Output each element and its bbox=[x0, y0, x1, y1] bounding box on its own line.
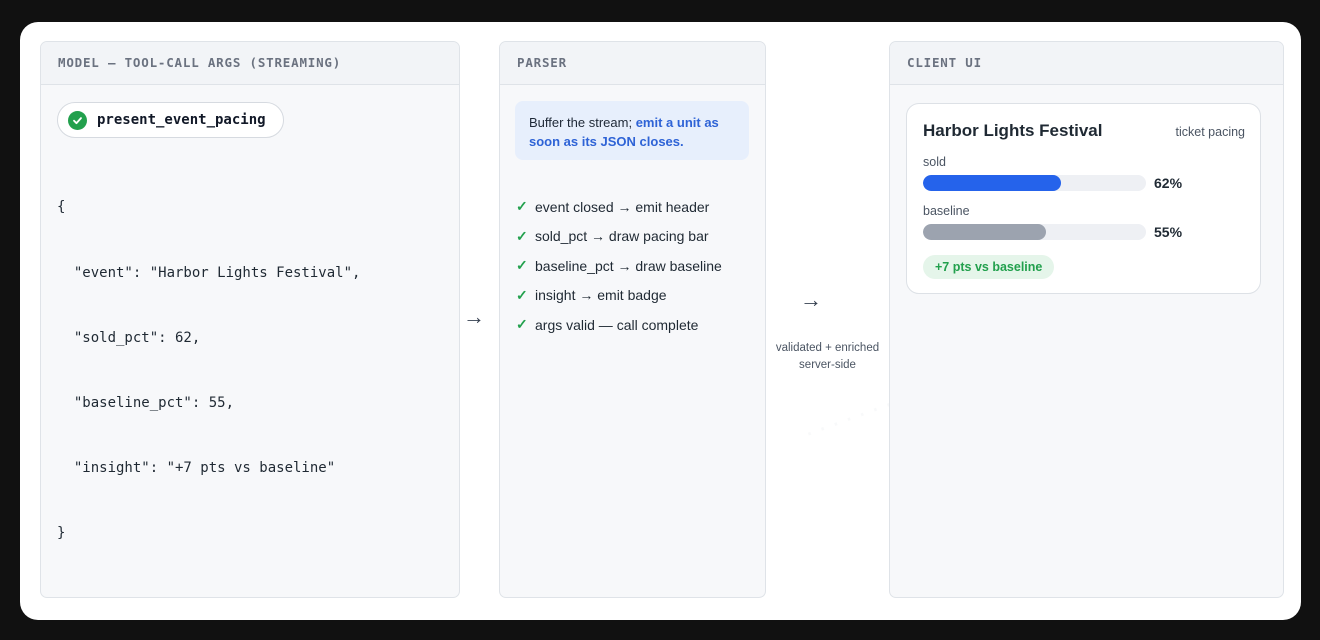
checkmark-icon: ✓ bbox=[516, 286, 528, 303]
baseline-bar-track bbox=[923, 224, 1146, 240]
parser-step-label: baseline_pct → draw baseline bbox=[535, 257, 722, 274]
parser-step-label: args valid — call complete bbox=[535, 316, 699, 333]
code-line: { bbox=[57, 199, 66, 216]
model-panel: MODEL — TOOL-CALL ARGS (STREAMING) prese… bbox=[40, 41, 460, 598]
parser-step-label: event closed → emit header bbox=[535, 198, 710, 215]
code-line: } bbox=[57, 524, 66, 541]
parser-note: Buffer the stream; emit a unit as soon a… bbox=[515, 101, 749, 160]
parser-step-label: insight → emit badge bbox=[535, 287, 667, 304]
parser-panel-title: PARSER bbox=[500, 42, 765, 85]
baseline-percent: 55% bbox=[1154, 224, 1183, 240]
server-side-label-line: server-side bbox=[799, 358, 856, 371]
check-circle-icon bbox=[68, 110, 87, 130]
tool-name: present_event_pacing bbox=[97, 112, 266, 128]
tool-args-code: { "event": "Harbor Lights Festival", "so… bbox=[57, 154, 360, 588]
event-pacing-card: Harbor Lights Festival ticket pacing sol… bbox=[906, 103, 1261, 294]
client-panel-title: CLIENT UI bbox=[890, 42, 1283, 85]
code-line: "baseline_pct": 55, bbox=[57, 394, 235, 411]
code-line: "sold_pct": 62, bbox=[57, 329, 201, 346]
parser-step-label: sold_pct → draw pacing bar bbox=[535, 228, 709, 245]
card-title: Harbor Lights Festival bbox=[923, 121, 1103, 140]
server-side-label-line: validated + enriched bbox=[775, 342, 880, 354]
checkmark-icon: ✓ bbox=[516, 316, 528, 333]
checkmark-icon: ✓ bbox=[516, 257, 528, 274]
parser-step: ✓ baseline_pct → draw baseline bbox=[516, 251, 722, 281]
baseline-bar-fill bbox=[923, 224, 1046, 240]
code-line: "event": "Harbor Lights Festival", bbox=[57, 264, 361, 281]
baseline-label: baseline bbox=[923, 204, 970, 218]
parser-step: ✓ insight → emit badge bbox=[516, 281, 722, 311]
parser-note-text: Buffer the stream; bbox=[529, 115, 636, 130]
client-panel: CLIENT UI Harbor Lights Festival ticket … bbox=[889, 41, 1284, 598]
checkmark-icon: ✓ bbox=[516, 198, 528, 215]
arrow-right-icon: → bbox=[800, 287, 822, 312]
parser-step: ✓ event closed → emit header bbox=[516, 192, 722, 222]
parser-steps: ✓ event closed → emit header ✓ sold_pct → … bbox=[516, 192, 722, 340]
parser-panel: PARSER Buffer the stream; emit a unit as… bbox=[499, 41, 766, 598]
sold-bar-fill bbox=[923, 175, 1062, 191]
code-line: "insight": "+7 pts vs baseline" bbox=[57, 459, 336, 476]
server-side-label: validated + enriched server-side bbox=[766, 340, 889, 373]
sold-label: sold bbox=[923, 155, 946, 169]
sold-bar-track bbox=[923, 175, 1146, 191]
checkmark-icon: ✓ bbox=[516, 227, 528, 244]
diagram-frame: ········· ········· MODEL — TOOL-CALL AR… bbox=[20, 22, 1301, 620]
card-subtitle: ticket pacing bbox=[1175, 125, 1245, 139]
tool-call-pill: present_event_pacing bbox=[57, 102, 284, 138]
sold-percent: 62% bbox=[1154, 175, 1183, 191]
insight-badge: +7 pts vs baseline bbox=[923, 255, 1055, 279]
parser-step: ✓ sold_pct → draw pacing bar bbox=[516, 222, 722, 252]
arrow-right-icon: → bbox=[463, 304, 485, 329]
parser-step: ✓ args valid — call complete bbox=[516, 310, 722, 340]
model-panel-title: MODEL — TOOL-CALL ARGS (STREAMING) bbox=[41, 42, 459, 85]
